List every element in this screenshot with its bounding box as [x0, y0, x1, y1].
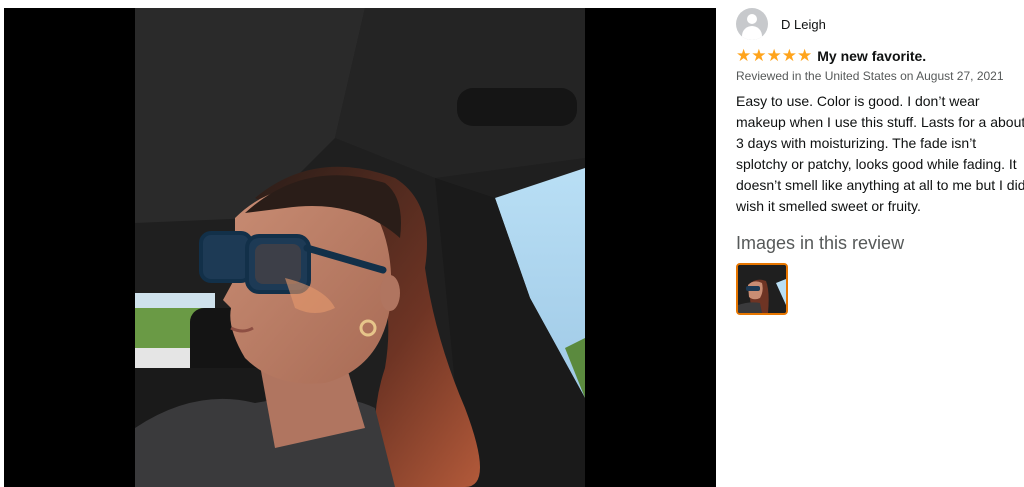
star-icon: ★ [751, 46, 767, 65]
reviewer-profile[interactable]: D Leigh [736, 8, 1024, 40]
star-icon: ★ [736, 46, 752, 65]
star-rating[interactable]: ★ ★ ★ ★ ★ [736, 46, 813, 65]
review-image-thumbnail[interactable] [736, 263, 788, 315]
images-heading: Images in this review [736, 233, 905, 253]
review-photo-large[interactable] [135, 8, 585, 487]
star-icon: ★ [766, 46, 782, 65]
rating-line: ★ ★ ★ ★ ★ My new favorite. [736, 47, 1024, 65]
review-date: Reviewed in the United States on August … [736, 69, 1004, 83]
review-body: Easy to use. Color is good. I don’t wear… [736, 93, 1024, 214]
review-title[interactable]: My new favorite. [817, 48, 926, 64]
user-avatar-icon [736, 8, 768, 40]
star-icon: ★ [781, 46, 797, 65]
review-panel: D Leigh ★ ★ ★ ★ ★ My new favorite. Reviewed … [736, 8, 1024, 315]
reviewer-name[interactable]: D Leigh [781, 17, 826, 32]
star-icon: ★ [797, 46, 813, 65]
image-viewer [4, 8, 716, 487]
